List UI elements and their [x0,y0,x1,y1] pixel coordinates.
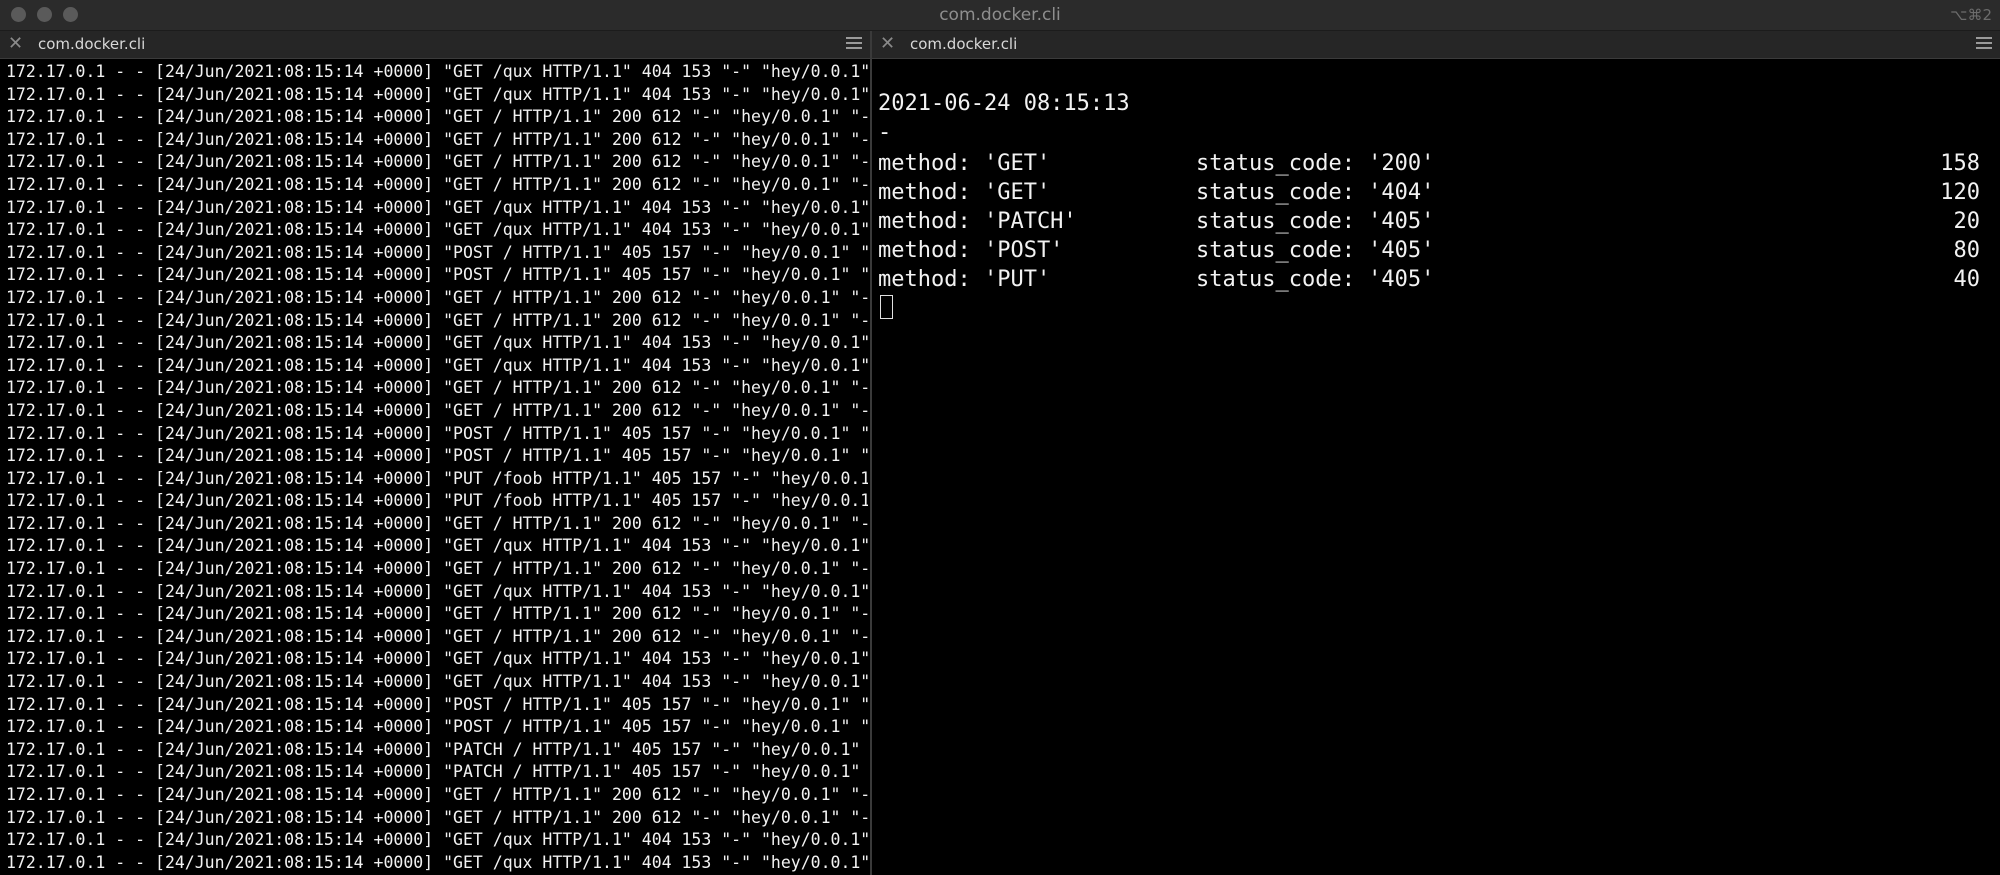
pane-divider[interactable] [870,31,872,875]
log-line: 172.17.0.1 - - [24/Jun/2021:08:15:14 +00… [6,468,868,488]
stats-count: 80 [1953,238,1981,263]
log-line: 172.17.0.1 - - [24/Jun/2021:08:15:14 +00… [6,513,868,533]
right-pane-tab-label: com.docker.cli [910,35,1018,53]
log-line: 172.17.0.1 - - [24/Jun/2021:08:15:14 +00… [6,807,868,827]
log-line: 172.17.0.1 - - [24/Jun/2021:08:15:14 +00… [6,785,868,804]
stats-count: 40 [1953,267,1981,292]
log-line: 172.17.0.1 - - [24/Jun/2021:08:15:14 +00… [6,830,868,850]
stats-method: method: 'PUT' [878,267,1051,292]
window-title: com.docker.cli [939,5,1061,25]
stats-row: method: 'GET' status_code: '404' 120 [878,180,1980,209]
stats-method: method: 'PATCH' [878,209,1077,234]
stats-row: method: 'POST' status_code: '405' 80 [878,238,1980,267]
stats-method: method: 'GET' [878,151,1051,176]
log-line: 172.17.0.1 - - [24/Jun/2021:08:15:14 +00… [6,333,868,353]
log-line: 172.17.0.1 - - [24/Jun/2021:08:15:14 +00… [6,852,868,872]
log-line: 172.17.0.1 - - [24/Jun/2021:08:15:14 +00… [6,355,868,375]
log-line: 172.17.0.1 - - [24/Jun/2021:08:15:14 +00… [6,762,868,782]
log-line: 172.17.0.1 - - [24/Jun/2021:08:15:14 +00… [6,197,868,217]
stats-count: 20 [1953,209,1981,234]
stats-pane[interactable]: 2021-06-24 08:15:13 - method: 'GET' stat… [878,59,1994,875]
stats-count: 120 [1940,180,1980,205]
left-pane-tab-label: com.docker.cli [38,35,146,53]
menu-icon[interactable] [1976,37,1992,49]
log-line: 172.17.0.1 - - [24/Jun/2021:08:15:14 +00… [6,107,868,127]
log-line: 172.17.0.1 - - [24/Jun/2021:08:15:14 +00… [6,400,868,420]
stats-status-code: status_code: '405' [1196,209,1435,234]
left-pane-tab[interactable]: ✕ com.docker.cli [0,31,870,59]
stats-row: method: 'GET' status_code: '200' 158 [878,151,1980,180]
log-line: 172.17.0.1 - - [24/Jun/2021:08:15:14 +00… [6,242,868,262]
access-log-pane[interactable]: 172.17.0.1 - - [24/Jun/2021:08:15:14 +00… [6,59,868,875]
title-bar[interactable]: com.docker.cli ⌥⌘2 [0,0,2000,31]
stats-row: method: 'PUT' status_code: '405' 40 [878,267,1980,296]
stats-count: 158 [1940,151,1980,176]
log-line: 172.17.0.1 - - [24/Jun/2021:08:15:14 +00… [6,220,868,240]
stats-method: method: 'POST' [878,238,1064,263]
log-line: 172.17.0.1 - - [24/Jun/2021:08:15:14 +00… [6,649,868,669]
log-line: 172.17.0.1 - - [24/Jun/2021:08:15:14 +00… [6,672,868,692]
log-line: 172.17.0.1 - - [24/Jun/2021:08:15:14 +00… [6,423,868,443]
log-line: 172.17.0.1 - - [24/Jun/2021:08:15:14 +00… [6,694,868,714]
log-line: 172.17.0.1 - - [24/Jun/2021:08:15:14 +00… [6,265,868,285]
access-log-output: 172.17.0.1 - - [24/Jun/2021:08:15:14 +00… [6,59,868,874]
stats-row: method: 'PATCH' status_code: '405' 20 [878,209,1980,238]
log-line: 172.17.0.1 - - [24/Jun/2021:08:15:14 +00… [6,378,868,398]
log-line: 172.17.0.1 - - [24/Jun/2021:08:15:14 +00… [6,717,868,737]
stats-timestamp: 2021-06-24 08:15:13 [878,91,1130,116]
log-line: 172.17.0.1 - - [24/Jun/2021:08:15:14 +00… [6,581,868,601]
terminal-cursor [880,295,893,319]
stats-status-code: status_code: '405' [1196,267,1435,292]
stats-status-code: status_code: '200' [1196,151,1435,176]
log-line: 172.17.0.1 - - [24/Jun/2021:08:15:14 +00… [6,536,868,556]
stats-status-code: status_code: '404' [1196,180,1435,205]
log-line: 172.17.0.1 - - [24/Jun/2021:08:15:14 +00… [6,174,868,194]
close-icon[interactable]: ✕ [880,34,895,54]
close-icon[interactable]: ✕ [8,34,23,54]
log-line: 172.17.0.1 - - [24/Jun/2021:08:15:14 +00… [6,626,868,646]
log-line: 172.17.0.1 - - [24/Jun/2021:08:15:14 +00… [6,559,868,579]
stats-status-code: status_code: '405' [1196,238,1435,263]
log-line: 172.17.0.1 - - [24/Jun/2021:08:15:14 +00… [6,62,868,81]
log-line: 172.17.0.1 - - [24/Jun/2021:08:15:14 +00… [6,446,868,466]
log-line: 172.17.0.1 - - [24/Jun/2021:08:15:14 +00… [6,287,868,307]
stats-method: method: 'GET' [878,180,1051,205]
right-pane-tab[interactable]: ✕ com.docker.cli [872,31,2000,59]
log-line: 172.17.0.1 - - [24/Jun/2021:08:15:14 +00… [6,152,868,172]
log-line: 172.17.0.1 - - [24/Jun/2021:08:15:14 +00… [6,739,868,759]
stats-separator: - [878,120,892,145]
menu-icon[interactable] [846,37,862,49]
log-line: 172.17.0.1 - - [24/Jun/2021:08:15:14 +00… [6,491,868,511]
log-line: 172.17.0.1 - - [24/Jun/2021:08:15:14 +00… [6,84,868,104]
log-line: 172.17.0.1 - - [24/Jun/2021:08:15:14 +00… [6,604,868,624]
terminal-window: com.docker.cli ⌥⌘2 ✕ com.docker.cli ✕ co… [0,0,2000,875]
log-line: 172.17.0.1 - - [24/Jun/2021:08:15:14 +00… [6,310,868,330]
log-line: 172.17.0.1 - - [24/Jun/2021:08:15:14 +00… [6,129,868,149]
window-shortcut: ⌥⌘2 [1950,6,1992,24]
